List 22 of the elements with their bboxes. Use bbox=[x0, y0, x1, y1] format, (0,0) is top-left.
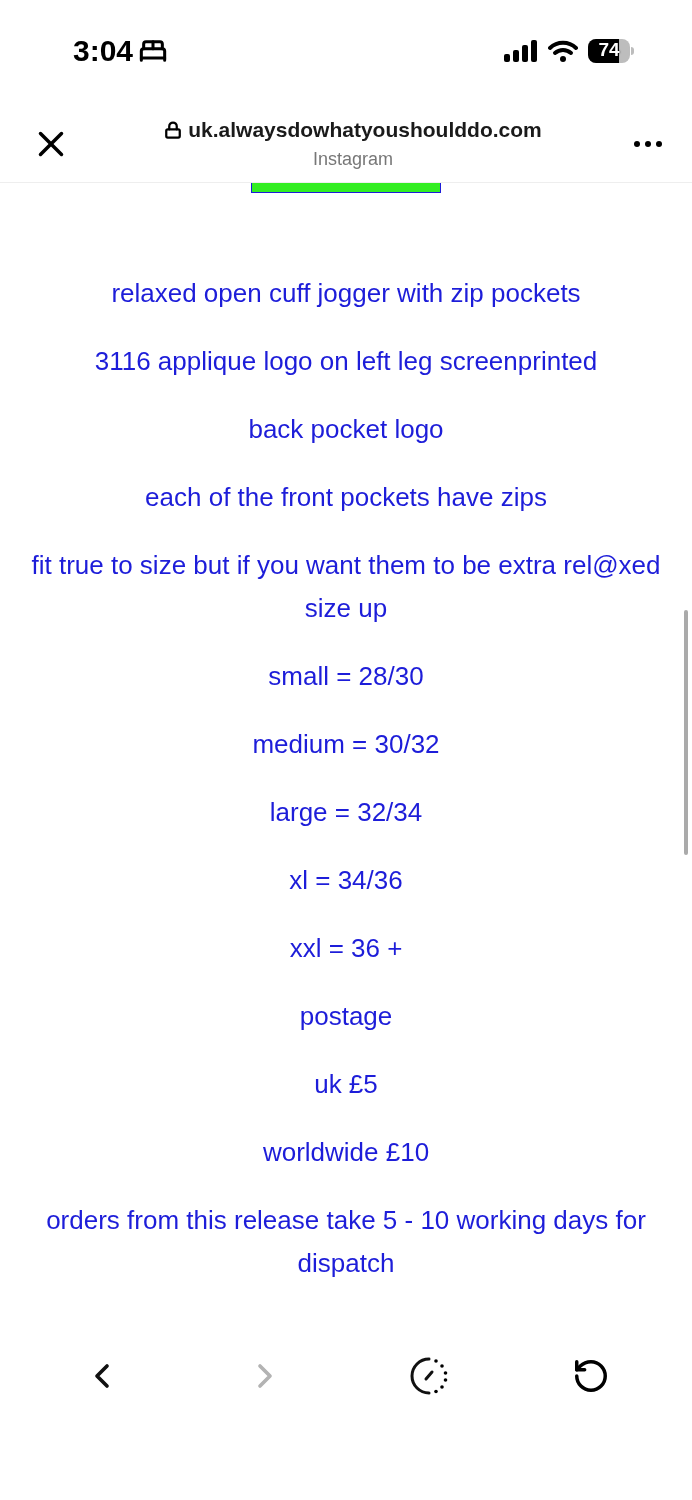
description-line: each of the front pockets have zips bbox=[145, 481, 547, 514]
description-line: xxl = 36 + bbox=[289, 932, 403, 965]
description-line: small = 28/30 bbox=[268, 660, 424, 693]
signal-icon bbox=[504, 39, 538, 62]
description-line: back pocket logo bbox=[248, 413, 444, 446]
description-line: postage bbox=[299, 1000, 393, 1033]
description-line: medium = 30/32 bbox=[252, 728, 440, 761]
description-line: 3116 applique logo on left leg screenprinted bbox=[94, 345, 598, 378]
description-line: large = 32/34 bbox=[269, 796, 423, 829]
timer-icon[interactable] bbox=[408, 1356, 449, 1396]
description-line: worldwide £10 bbox=[262, 1136, 430, 1169]
description-line: xl = 34/36 bbox=[289, 864, 403, 897]
description-line: uk £5 bbox=[314, 1068, 378, 1101]
description-line: fit true to size but if you want them to be extra rel@xed size up bbox=[30, 549, 662, 625]
description-line: orders from this release take 5 - 10 working days for dispatch bbox=[45, 1204, 647, 1280]
description-line: relaxed open cuff jogger with zip pockets bbox=[111, 277, 581, 310]
wifi-icon bbox=[548, 39, 578, 62]
status-time: 3:04 bbox=[73, 33, 134, 69]
more-icon[interactable] bbox=[634, 140, 662, 147]
page-url: uk.alwaysdowhatyoushoulddo.com bbox=[188, 117, 542, 144]
lock-icon bbox=[164, 121, 183, 139]
page-source: Instagram bbox=[312, 147, 393, 171]
